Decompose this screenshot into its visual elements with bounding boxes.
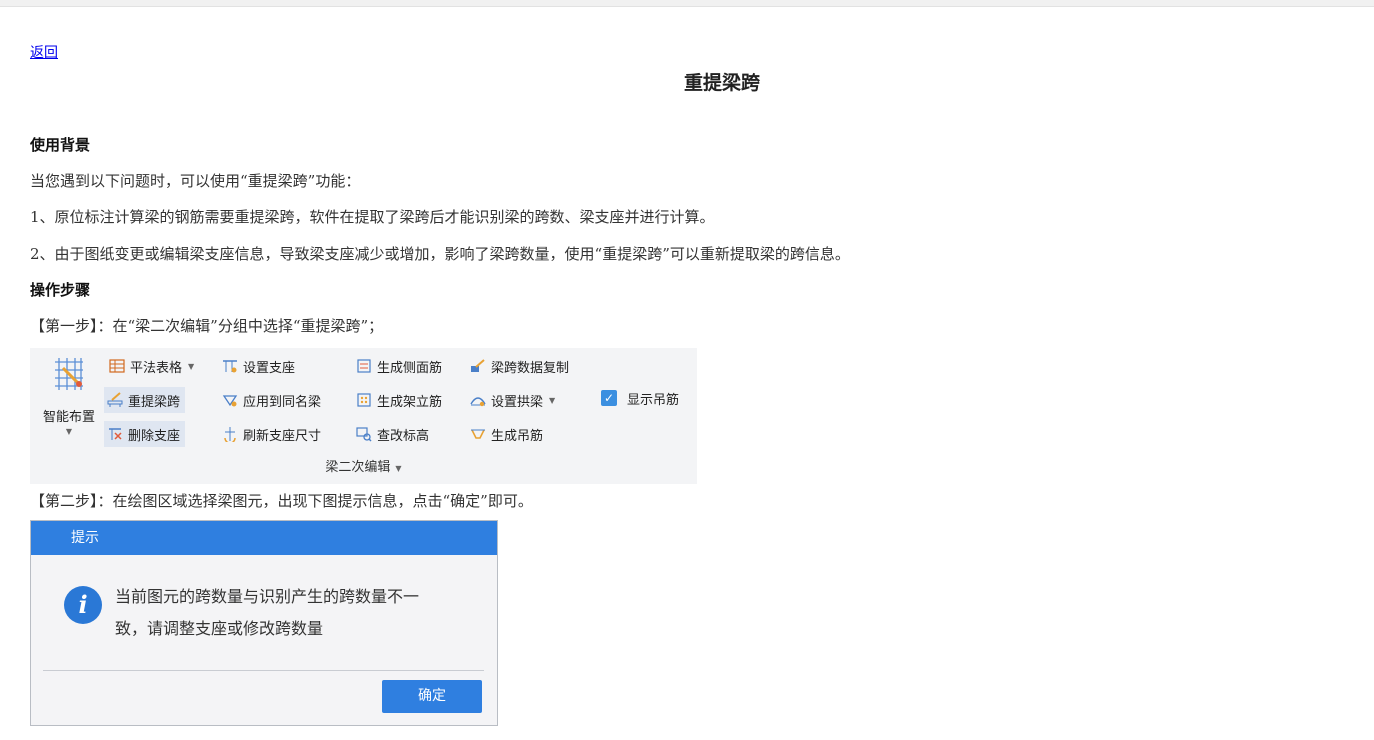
arch-beam-icon [470, 397, 486, 407]
refresh-support-size-button[interactable]: 刷新支座尺寸 [222, 421, 321, 447]
apply-same-beam-label: 应用到同名梁 [243, 394, 322, 410]
intro-text: 当您遇到以下问题时，可以使用“重提梁跨”功能： [30, 172, 361, 190]
apply-icon [222, 395, 238, 407]
ribbon-panel: 智能布置 ▼ 平法表格 ▼ 重提梁跨 删除支座 设置支座 应用到同名梁 刷新支座… [30, 348, 697, 484]
dialog-message: 当前图元的跨数量与识别产生的跨数量不一 致，请调整支座或修改跨数量 [115, 581, 475, 645]
beam-span-icon [107, 392, 123, 407]
generate-side-rebar-button[interactable]: 生成侧面筋 [356, 353, 442, 379]
show-hanger-label: 显示吊筋 [627, 392, 680, 408]
checkmark-icon: ✓ [601, 390, 617, 406]
copy-span-data-label: 梁跨数据复制 [491, 360, 570, 376]
list-item: 1、原位标注计算梁的钢筋需要重提梁跨，软件在提取了梁跨后才能识别梁的跨数、梁支座… [30, 208, 715, 226]
flat-table-label: 平法表格 [130, 360, 183, 376]
grid-layout-icon [55, 358, 83, 390]
ok-button[interactable]: 确定 [382, 680, 482, 713]
list-item: 2、由于图纸变更或编辑梁支座信息，导致梁支座减少或增加，影响了梁跨数量，使用“重… [30, 245, 850, 263]
refresh-icon [224, 427, 236, 442]
section-heading-background: 使用背景 [30, 136, 91, 154]
side-rebar-icon [357, 359, 371, 373]
check-elevation-label: 查改标高 [377, 428, 430, 444]
apply-same-beam-button[interactable]: 应用到同名梁 [222, 387, 321, 413]
set-arch-beam-button[interactable]: 设置拱梁 ▼ [470, 387, 555, 413]
dialog-message-line: 当前图元的跨数量与识别产生的跨数量不一 [115, 587, 420, 606]
ribbon-group-text: 梁二次编辑 [325, 460, 391, 475]
elevation-icon [356, 427, 372, 442]
browser-top-strip [0, 0, 1374, 7]
ribbon-group-label[interactable]: 梁二次编辑 ▼ [30, 456, 697, 475]
refresh-support-size-label: 刷新支座尺寸 [243, 428, 322, 444]
generate-hanger-rebar-label: 生成吊筋 [491, 428, 544, 444]
support-icon [223, 360, 237, 373]
generate-hanger-rebar-button[interactable]: 生成吊筋 [470, 421, 543, 447]
copy-data-icon [471, 359, 485, 372]
chevron-down-icon: ▼ [549, 395, 556, 405]
dialog-message-line: 致，请调整支座或修改跨数量 [115, 619, 324, 638]
chevron-down-icon: ▼ [65, 427, 73, 436]
dialog-divider [43, 670, 484, 671]
generate-erection-rebar-label: 生成架立筋 [377, 394, 443, 410]
copy-span-data-button[interactable]: 梁跨数据复制 [470, 353, 569, 379]
show-hanger-checkbox[interactable]: ✓ 显示吊筋 [601, 385, 679, 411]
hanger-rebar-icon [471, 429, 485, 439]
smart-layout-label: 智能布置 [42, 410, 95, 425]
table-icon [109, 359, 125, 373]
generate-erection-rebar-button[interactable]: 生成架立筋 [356, 387, 442, 413]
dialog-title: 提示 [31, 521, 497, 555]
chevron-down-icon: ▼ [395, 464, 402, 473]
chevron-down-icon: ▼ [188, 361, 195, 371]
smart-layout-button[interactable]: 智能布置 ▼ [34, 354, 104, 436]
delete-support-label: 删除支座 [128, 428, 181, 444]
step-one-text: 【第一步】：在“梁二次编辑”分组中选择“重提梁跨”； [30, 317, 384, 335]
back-link[interactable]: 返回 [30, 42, 58, 62]
re-extract-span-label: 重提梁跨 [128, 394, 181, 410]
delete-support-button[interactable]: 删除支座 [104, 421, 186, 447]
erection-rebar-icon [357, 393, 371, 407]
re-extract-span-button[interactable]: 重提梁跨 [104, 387, 186, 413]
section-heading-steps: 操作步骤 [30, 281, 91, 299]
delete-support-icon [109, 428, 122, 440]
prompt-dialog: 提示 i 当前图元的跨数量与识别产生的跨数量不一 致，请调整支座或修改跨数量 确… [30, 520, 498, 726]
page-title: 重提梁跨 [683, 72, 760, 94]
info-icon: i [64, 586, 102, 624]
step-two-text: 【第二步】：在绘图区域选择梁图元，出现下图提示信息，点击“确定”即可。 [30, 492, 533, 510]
check-elevation-button[interactable]: 查改标高 [356, 421, 429, 447]
flat-table-button[interactable]: 平法表格 ▼ [109, 353, 194, 379]
set-support-button[interactable]: 设置支座 [222, 353, 295, 379]
generate-side-rebar-label: 生成侧面筋 [377, 360, 443, 376]
set-support-label: 设置支座 [243, 360, 296, 376]
set-arch-beam-label: 设置拱梁 [491, 394, 544, 410]
